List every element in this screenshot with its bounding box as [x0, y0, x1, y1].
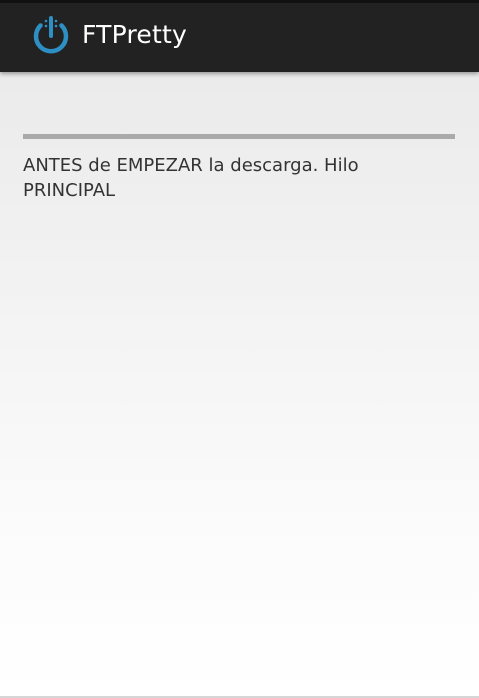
action-bar: FTPretty: [0, 0, 479, 72]
power-download-icon[interactable]: [28, 12, 74, 58]
app-title: FTPretty: [82, 20, 187, 49]
download-progress-bar: [23, 134, 455, 139]
download-status-text: ANTES de EMPEZAR la descarga. Hilo PRINC…: [23, 155, 359, 201]
status-strip: [0, 0, 479, 3]
main-content: ANTES de EMPEZAR la descarga. Hilo PRINC…: [0, 72, 479, 698]
